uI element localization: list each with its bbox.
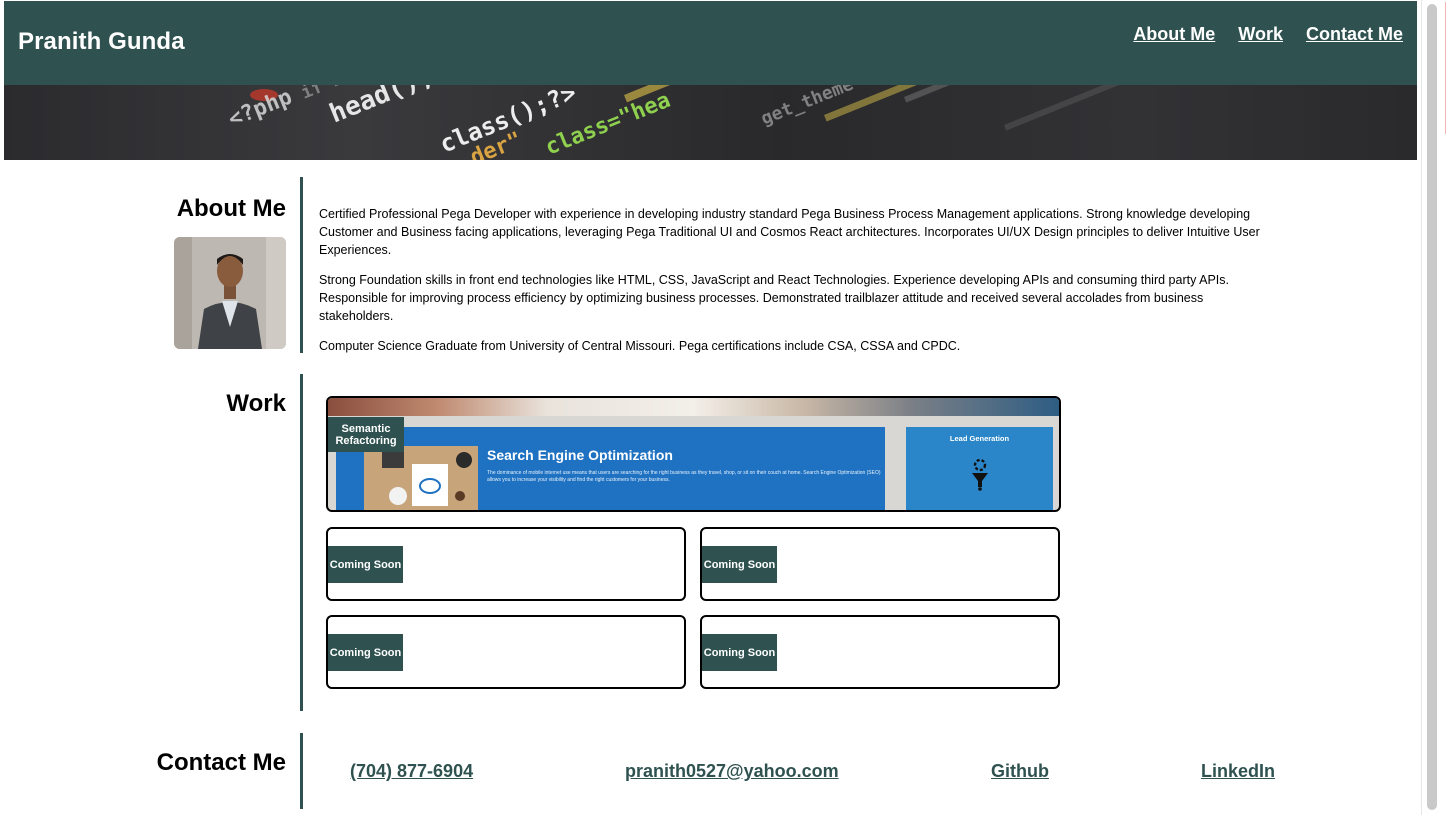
nav-contact-me[interactable]: Contact Me (1306, 24, 1403, 45)
about-description: Certified Professional Pega Developer wi… (319, 205, 1274, 367)
lead-generation-title: Lead Generation (949, 434, 1010, 443)
about-heading: About Me (176, 195, 286, 222)
featured-image-strip (328, 398, 1059, 416)
contact-linkedin-link[interactable]: LinkedIn (1201, 761, 1275, 782)
project-card-coming-soon[interactable]: Coming Soon (326, 527, 686, 601)
section-divider-line (300, 177, 303, 353)
page-scrollbar[interactable] (1421, 0, 1446, 815)
featured-project-card[interactable]: Search Engine Optimization The dominance… (326, 396, 1061, 512)
main-nav: About Me Work Contact Me (1133, 24, 1403, 45)
contact-phone-link[interactable]: (704) 877-6904 (350, 761, 473, 782)
seo-preview-panel: Search Engine Optimization The dominance… (336, 427, 885, 510)
site-title: Pranith Gunda (18, 28, 185, 55)
profile-photo (174, 237, 286, 349)
about-paragraph: Strong Foundation skills in front end te… (319, 273, 1229, 323)
scrollbar-thumb[interactable] (1427, 4, 1437, 810)
work-section: Work Search Engine Optimization The domi… (0, 374, 1421, 711)
about-paragraph: Certified Professional Pega Developer wi… (319, 207, 1260, 257)
hero-banner-image: <?php head(); class();?> class="hea der"… (4, 85, 1417, 160)
code-background-graphic: <?php head(); class();?> class="hea der"… (225, 85, 1137, 160)
project-tag-semantic-refactoring: Semantic Refactoring (328, 417, 404, 452)
project-tag: Coming Soon (702, 634, 777, 671)
section-divider-line (300, 733, 303, 809)
project-tag: Coming Soon (702, 546, 777, 583)
nav-about-me[interactable]: About Me (1133, 24, 1215, 45)
project-card-coming-soon[interactable]: Coming Soon (700, 527, 1060, 601)
contact-email-link[interactable]: pranith0527@yahoo.com (625, 761, 839, 782)
seo-thumbnail-image (364, 446, 478, 510)
hero-code-text: head(); (325, 85, 438, 129)
seo-preview-description: The dominance of mobile internet use mea… (487, 470, 881, 483)
project-card-coming-soon[interactable]: Coming Soon (326, 615, 686, 689)
project-tag: Coming Soon (328, 634, 403, 671)
about-section: About Me Certified Professional Pega Dev… (0, 177, 1421, 353)
work-heading: Work (226, 390, 286, 417)
site-header: Pranith Gunda About Me Work Contact Me (4, 1, 1417, 85)
contact-section: Contact Me (704) 877-6904 pranith0527@ya… (0, 733, 1421, 809)
contact-github-link[interactable]: Github (991, 761, 1049, 782)
seo-preview-title: Search Engine Optimization (487, 447, 673, 463)
hero-code-text: get_theme (758, 85, 856, 130)
project-card-coming-soon[interactable]: Coming Soon (700, 615, 1060, 689)
section-divider-line (300, 374, 303, 711)
contact-heading: Contact Me (156, 749, 286, 776)
lead-generation-panel: Lead Generation (906, 427, 1053, 510)
about-paragraph: Computer Science Graduate from Universit… (319, 339, 961, 353)
project-tag: Coming Soon (328, 546, 403, 583)
funnel-icon (972, 459, 988, 491)
nav-work[interactable]: Work (1238, 24, 1283, 45)
scroll-marker (1438, 2, 1446, 134)
